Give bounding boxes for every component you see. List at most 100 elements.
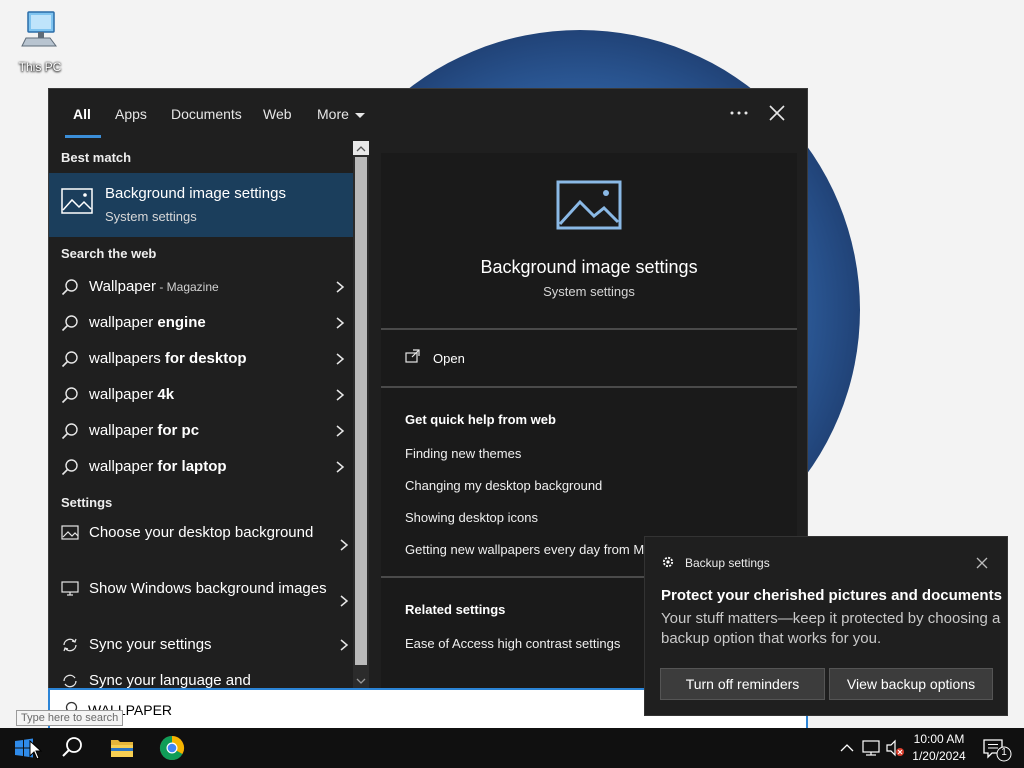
settings-result-item[interactable]: Sync your language and	[49, 669, 353, 689]
taskbar-search-button[interactable]	[48, 728, 96, 768]
close-icon	[769, 105, 785, 121]
open-icon	[405, 349, 420, 363]
volume-tray-button[interactable]	[884, 728, 906, 768]
search-icon	[61, 351, 78, 368]
search-icon	[61, 387, 78, 404]
search-icon	[61, 279, 78, 296]
web-result-item[interactable]: wallpaper engine	[49, 305, 353, 341]
settings-result-label: Choose your desktop background	[89, 524, 314, 541]
results-list: Best match Background image settings Sys…	[49, 141, 353, 689]
sync-icon	[63, 674, 77, 688]
settings-result-item[interactable]: Choose your desktop background	[49, 521, 353, 569]
tab-more-label: More	[317, 106, 349, 122]
web-result-item[interactable]: wallpaper 4k	[49, 377, 353, 413]
best-match-subtitle: System settings	[105, 209, 197, 224]
view-backup-options-button[interactable]: View backup options	[829, 668, 993, 700]
best-match-title: Background image settings	[105, 185, 286, 202]
preview-divider	[381, 386, 797, 388]
web-result-suffix: for pc	[157, 422, 200, 439]
desktop-icon-this-pc[interactable]: This PC	[12, 10, 68, 74]
web-result-item[interactable]: wallpaper for pc	[49, 413, 353, 449]
notification-count-badge: 1	[1001, 747, 1007, 758]
ellipsis-icon	[730, 111, 748, 115]
tab-web[interactable]: Web	[263, 106, 292, 122]
web-result-text: wallpaper	[89, 458, 158, 475]
network-icon	[862, 740, 880, 756]
chevron-right-icon	[336, 461, 345, 473]
results-scrollbar[interactable]	[353, 141, 369, 689]
more-options-button[interactable]	[725, 101, 753, 125]
search-web-heading: Search the web	[61, 246, 157, 261]
taskbar-clock[interactable]: 10:00 AM 1/20/2024	[906, 731, 972, 765]
web-result-item[interactable]: Wallpaper - Magazine	[49, 269, 353, 305]
search-placeholder-tooltip: Type here to search	[16, 710, 124, 726]
clock-date: 1/20/2024	[912, 749, 966, 763]
action-center-button[interactable]: 1	[978, 728, 1018, 768]
close-search-button[interactable]	[763, 101, 791, 125]
best-match-item[interactable]: Background image settings System setting…	[49, 173, 353, 237]
web-result-item[interactable]: wallpaper for laptop	[49, 449, 353, 485]
tab-more[interactable]: More	[317, 106, 365, 122]
notification-body: Your stuff matters—keep it protected by …	[661, 610, 1001, 647]
taskbar-file-explorer[interactable]	[98, 728, 146, 768]
turn-off-reminders-button[interactable]: Turn off reminders	[660, 668, 825, 700]
quick-help-link[interactable]: Changing my desktop background	[405, 478, 602, 493]
scroll-down-button[interactable]	[353, 673, 369, 689]
close-icon	[976, 557, 988, 569]
quick-help-link[interactable]: Getting new wallpapers every day from M	[405, 542, 644, 557]
tab-documents[interactable]: Documents	[171, 106, 242, 122]
web-result-suffix: for desktop	[164, 350, 247, 367]
desktop-icon-label: This PC	[18, 60, 62, 74]
picture-icon	[61, 188, 93, 214]
preview-divider	[381, 328, 797, 330]
sync-icon	[63, 638, 77, 652]
chevron-right-icon	[336, 317, 345, 329]
open-action[interactable]: Open	[405, 349, 605, 373]
web-result-suffix: engine	[157, 314, 206, 331]
search-icon	[61, 459, 78, 476]
settings-result-label: Sync your settings	[89, 636, 212, 653]
notification-heading: Protect your cherished pictures and docu…	[661, 587, 1002, 604]
notification-close-button[interactable]	[975, 555, 989, 569]
web-result-text: wallpaper	[89, 422, 158, 439]
backup-notification: Backup settings Protect your cherished p…	[644, 536, 1008, 716]
clock-time: 10:00 AM	[913, 732, 965, 746]
scroll-thumb[interactable]	[355, 157, 367, 665]
network-tray-button[interactable]	[860, 728, 882, 768]
web-result-text: wallpaper	[89, 386, 158, 403]
volume-muted-icon	[886, 739, 904, 757]
settings-result-item[interactable]: Sync your settings	[49, 633, 353, 659]
picture-icon	[61, 525, 79, 540]
search-icon	[61, 423, 78, 440]
show-hidden-icons-button[interactable]	[836, 728, 858, 768]
web-result-source: - Magazine	[155, 280, 219, 294]
this-pc-icon	[21, 11, 57, 47]
quick-help-link[interactable]: Finding new themes	[405, 446, 521, 461]
notification-app-name: Backup settings	[685, 556, 770, 570]
active-tab-indicator	[65, 135, 101, 138]
quick-help-link[interactable]: Showing desktop icons	[405, 510, 538, 525]
settings-result-item[interactable]: Show Windows background images	[49, 577, 353, 625]
preview-subtitle: System settings	[543, 284, 635, 299]
picture-icon	[556, 180, 622, 230]
caret-down-icon	[354, 112, 365, 118]
gear-icon	[662, 556, 674, 568]
chevron-right-icon	[336, 353, 345, 365]
monitor-icon	[61, 581, 79, 596]
tab-apps[interactable]: Apps	[115, 106, 147, 122]
chevron-right-icon	[336, 281, 345, 293]
mouse-cursor	[29, 740, 43, 760]
taskbar: 10:00 AM 1/20/2024 1	[0, 728, 1024, 768]
web-result-suffix: for laptop	[157, 458, 227, 475]
search-icon	[61, 315, 78, 332]
chevron-up-icon	[840, 744, 854, 752]
chevron-right-icon	[340, 539, 349, 551]
scroll-up-button[interactable]	[353, 141, 369, 155]
related-settings-link[interactable]: Ease of Access high contrast settings	[405, 636, 620, 651]
search-input[interactable]	[88, 699, 588, 721]
best-match-heading: Best match	[61, 150, 132, 165]
web-result-item[interactable]: wallpapers for desktop	[49, 341, 353, 377]
chevron-right-icon	[340, 639, 349, 651]
tab-all[interactable]: All	[73, 106, 91, 122]
taskbar-chrome[interactable]	[148, 728, 196, 768]
